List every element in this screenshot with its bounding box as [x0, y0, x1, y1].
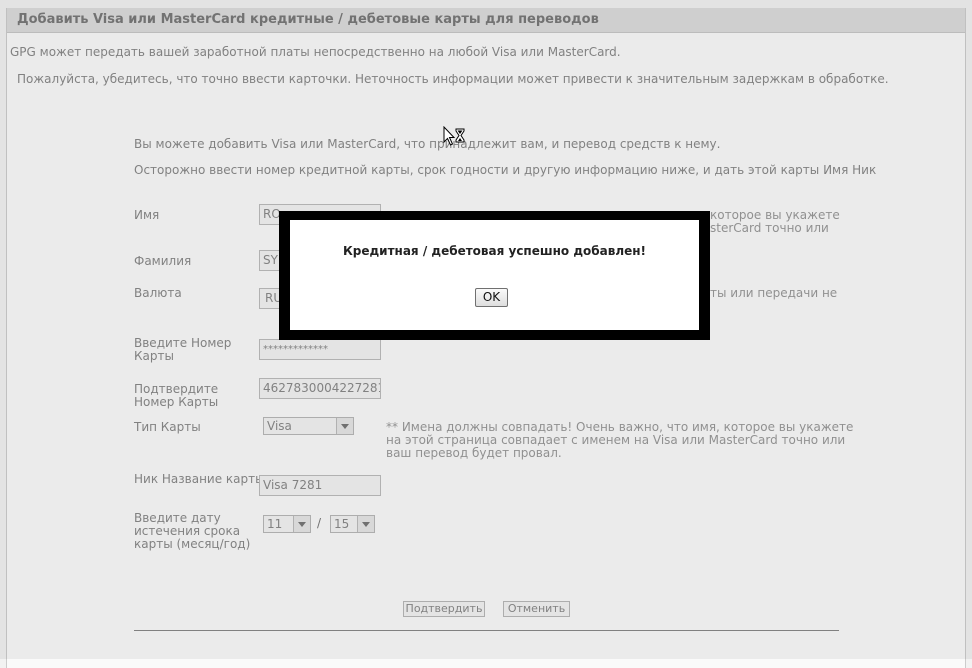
dialog-body: Кредитная / дебетовая успешно добавлен! … [290, 220, 699, 330]
busy-cursor-icon [443, 126, 465, 146]
success-dialog: Кредитная / дебетовая успешно добавлен! … [279, 211, 710, 340]
ok-button[interactable]: OK [475, 288, 508, 307]
dialog-message: Кредитная / дебетовая успешно добавлен! [342, 244, 647, 258]
